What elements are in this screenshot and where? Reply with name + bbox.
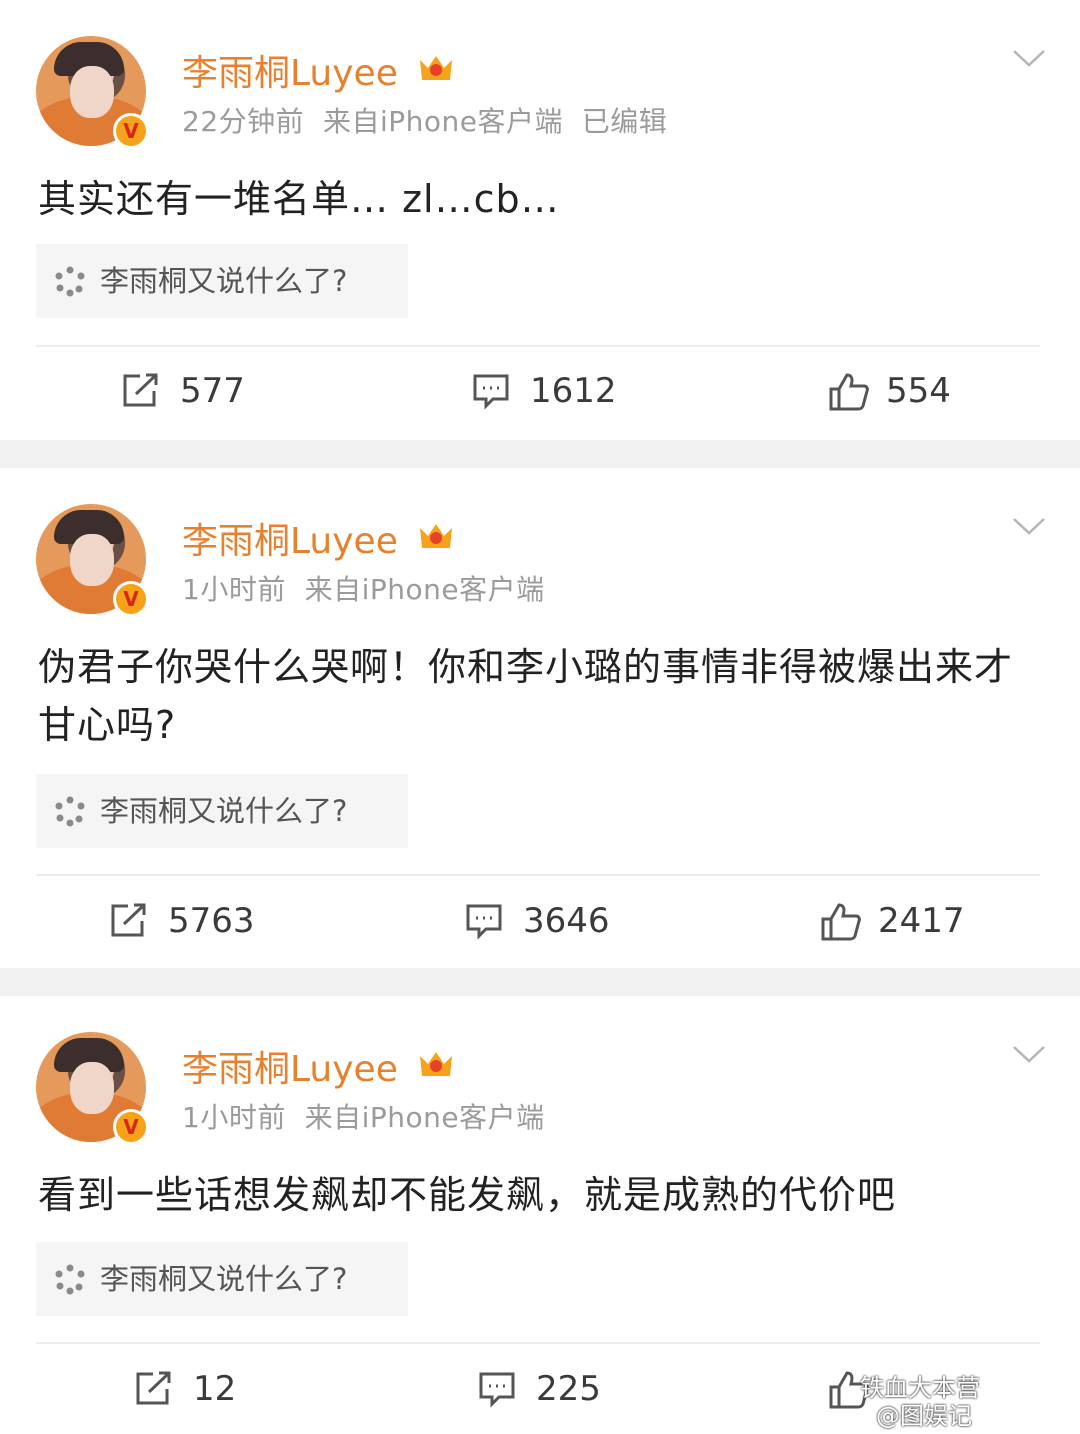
topic-label: 李雨桐又说什么了? (100, 1262, 348, 1296)
comment-icon (466, 904, 502, 940)
crown-icon (420, 524, 452, 548)
verified-badge-icon: V (113, 113, 149, 149)
post-content: 伪君子你哭什么哭啊！你和李小璐的事情非得被爆出来才甘心吗? (38, 645, 1014, 747)
divider (36, 874, 1040, 876)
watermark-line2: @图娱记 (876, 1402, 972, 1430)
divider (36, 1342, 1040, 1344)
comment-count: 1612 (530, 371, 617, 411)
verified-badge-icon: V (113, 1109, 149, 1145)
post-time: 1小时前 (182, 573, 286, 606)
topic-spark-icon (55, 1264, 85, 1295)
crown-icon (420, 56, 452, 80)
post-meta: 1小时前 来自iPhone客户端 (182, 1096, 545, 1136)
author-name[interactable]: 李雨桐Luyee (182, 512, 398, 564)
post-card: V 李雨桐Luyee 1小时前 来自iPhone客户端 伪君子你哭什么哭啊！你和… (0, 468, 1080, 968)
post-card: V 李雨桐Luyee 22分钟前 来自iPhone客户端 已编辑 其实还有一堆名… (0, 0, 1080, 440)
author-name[interactable]: 李雨桐Luyee (182, 44, 398, 96)
like-count: 554 (886, 371, 951, 411)
comment-icon (473, 374, 509, 410)
divider (36, 345, 1040, 347)
comment-count: 3646 (523, 901, 610, 941)
post-source: 来自iPhone客户端 (304, 1101, 545, 1134)
repost-icon (111, 903, 146, 937)
repost-icon (123, 373, 158, 407)
topic-chip[interactable]: 李雨桐又说什么了? (36, 774, 408, 848)
comment-icon (479, 1372, 515, 1408)
comment-count: 225 (536, 1369, 601, 1409)
watermark: 铁血大本营 @图娱记 (860, 1368, 980, 1430)
more-chevron-icon[interactable] (1012, 1044, 1046, 1064)
topic-spark-icon (55, 266, 85, 297)
repost-count: 12 (193, 1369, 237, 1409)
post-source: 来自iPhone客户端 (304, 573, 545, 606)
crown-icon (420, 1052, 452, 1076)
post-content: 看到一些话想发飙却不能发飙，就是成熟的代价吧 (38, 1173, 897, 1217)
like-icon (821, 903, 861, 941)
post-edited: 已编辑 (581, 105, 668, 138)
post-separator (0, 440, 1080, 468)
repost-icon (136, 1371, 171, 1405)
author-name[interactable]: 李雨桐Luyee (182, 1040, 398, 1092)
post-time: 22分钟前 (182, 105, 305, 138)
repost-count: 5763 (168, 901, 255, 941)
topic-chip[interactable]: 李雨桐又说什么了? (36, 244, 408, 318)
topic-chip[interactable]: 李雨桐又说什么了? (36, 1242, 408, 1316)
topic-label: 李雨桐又说什么了? (100, 794, 348, 828)
topic-label: 李雨桐又说什么了? (100, 264, 348, 298)
verified-badge-icon: V (113, 581, 149, 617)
post-separator (0, 968, 1080, 996)
post-meta: 22分钟前 来自iPhone客户端 已编辑 (182, 100, 667, 140)
like-icon (829, 373, 869, 411)
like-count: 2417 (878, 901, 965, 941)
topic-spark-icon (55, 796, 85, 827)
more-chevron-icon[interactable] (1012, 516, 1046, 536)
post-content: 其实还有一堆名单… zl…cb… (38, 177, 560, 221)
repost-count: 577 (180, 371, 245, 411)
post-meta: 1小时前 来自iPhone客户端 (182, 568, 545, 608)
post-source: 来自iPhone客户端 (322, 105, 563, 138)
post-time: 1小时前 (182, 1101, 286, 1134)
more-chevron-icon[interactable] (1012, 48, 1046, 68)
